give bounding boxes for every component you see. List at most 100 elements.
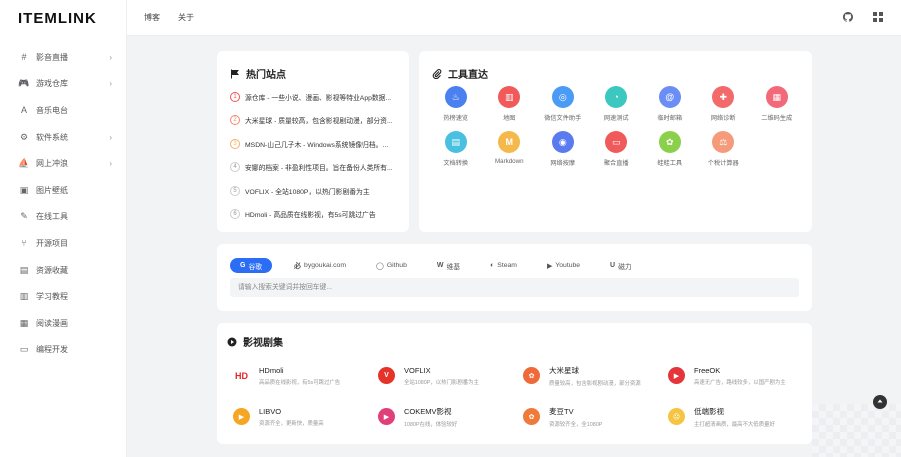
- tool-item[interactable]: ✿ 蛙蛙工具: [643, 131, 697, 176]
- hot-site-item[interactable]: 5 VOFLIX - 全站1080P，以热门影剧番为主: [230, 179, 402, 203]
- hot-site-item[interactable]: 2 大米星球 - 质量较高，包含影视剧动漫，部分资...: [230, 109, 402, 133]
- rank-badge: 1: [230, 91, 240, 102]
- search-engine-tab[interactable]: U 磁力: [602, 258, 640, 273]
- search-engine-tab[interactable]: W 维基: [429, 258, 468, 273]
- site-logo[interactable]: ITEMLINK: [0, 0, 126, 36]
- search-engines: G 谷歌必 bygoukai.com ◯ Github W 维基 ◐ Steam ▶ Youtube…: [230, 258, 654, 273]
- tool-item[interactable]: ▥ 地图: [483, 86, 537, 131]
- sidebar-item-3[interactable]: ⚙ 软件系统 ›: [0, 124, 126, 151]
- doc-icon: ▤: [444, 131, 467, 153]
- video-site-item[interactable]: V VOFLIX 全站1080P，以热门影剧番为主: [370, 355, 515, 396]
- tool-item[interactable]: @ 临时邮箱: [643, 86, 697, 131]
- header-link-blog[interactable]: 博客: [144, 12, 160, 23]
- video-site-item[interactable]: ▶ LIBVO 资源齐全，更新快，质量高: [225, 396, 370, 437]
- hot-site-text: VOFLIX - 全站1080P，以热门影剧番为主: [245, 188, 370, 196]
- site-logo-icon: ✿: [523, 408, 540, 425]
- map-icon: ▥: [498, 86, 521, 108]
- sidebar-item-label: 学习教程: [36, 292, 68, 302]
- sidebar-item-label: 开源项目: [36, 238, 68, 248]
- video-site-item[interactable]: ✿ 大米星球 质量较高，包含影视剧动漫，部分资源: [515, 355, 660, 396]
- tool-label: 临时邮箱: [657, 115, 683, 122]
- search-engine-tab[interactable]: ◐ Steam: [482, 258, 525, 273]
- rank-badge: 2: [230, 115, 240, 126]
- video-site-name: 低端影视: [694, 406, 724, 416]
- tool-label: 地图: [503, 115, 516, 122]
- sidebar-item-label: 资源收藏: [36, 265, 68, 275]
- sidebar-item-label: 在线工具: [36, 212, 68, 222]
- back-to-top-button[interactable]: [873, 395, 887, 409]
- sidebar-item-icon: ▭: [19, 344, 29, 355]
- video-site-item[interactable]: ▶ FreeOK 高速无广告，路线较多，以国产剧为主: [660, 355, 805, 396]
- tool-item[interactable]: ◉ 网络按摩: [536, 131, 590, 176]
- search-engine-tab[interactable]: G 谷歌: [230, 258, 273, 273]
- tool-item[interactable]: ⚖ 个税计算器: [697, 131, 751, 176]
- hot-sites-list: 1 源仓库 - 一些小说、漫画、影视等特业App数据... 2 大米星球 - 质量较高…: [230, 85, 402, 226]
- github-icon[interactable]: [843, 12, 853, 22]
- video-site-item[interactable]: HD HDmoli 高品质在线影视，有5s可跳过广告: [225, 355, 370, 396]
- video-site-name: 大米星球: [549, 365, 579, 375]
- tool-label: 网速测试: [603, 115, 629, 122]
- hot-site-item[interactable]: 6 HDmoli - 高品质在线影视，有5s可跳过广告: [230, 203, 402, 227]
- scale-icon: ⚖: [712, 131, 735, 153]
- sidebar-item-label: 游戏仓库: [36, 79, 68, 89]
- rank-badge: 5: [230, 185, 240, 196]
- header-link-about[interactable]: 关于: [178, 12, 194, 23]
- tool-item[interactable]: ▦ 二维码生成: [750, 86, 804, 131]
- tool-item[interactable]: ▭ 聚合直播: [590, 131, 644, 176]
- search-engine-icon: G: [240, 262, 246, 269]
- search-engine-icon: W: [436, 262, 444, 269]
- video-site-item[interactable]: ✿ 麦豆TV 资源较齐全，全1080P: [515, 396, 660, 437]
- sidebar-item-11[interactable]: ▭ 编程开发: [0, 337, 126, 364]
- site-logo-icon: ▶: [233, 408, 250, 425]
- search-input[interactable]: [230, 278, 799, 297]
- sidebar-item-label: 网上冲浪: [36, 159, 68, 169]
- search-engine-icon: U: [610, 262, 616, 269]
- video-site-text: HDmoli 高品质在线影视，有5s可跳过广告: [259, 366, 340, 386]
- video-site-item[interactable]: ☹ 低端影视 主打超清画质，最高不大低质量好: [660, 396, 805, 437]
- tool-item[interactable]: ♨ 热榜速览: [429, 86, 483, 131]
- video-site-desc: 1080P在线，体验较好: [404, 421, 458, 428]
- search-engine-tab[interactable]: ◯ Github: [368, 258, 415, 273]
- sidebar-item-10[interactable]: ▦ 阅读漫画: [0, 310, 126, 337]
- tool-item[interactable]: M Markdown: [483, 131, 537, 176]
- hot-site-item[interactable]: 3 MSDN-山己几子木 - Windows系统镜像归档。...: [230, 132, 402, 156]
- video-site-item[interactable]: ▶ COKEMV影视 1080P在线，体验较好: [370, 396, 515, 437]
- search-engine-tab[interactable]: 必 bygoukai.com: [286, 258, 354, 273]
- tool-label: 网络按摩: [550, 160, 576, 167]
- tv-icon: ▭: [605, 131, 628, 153]
- sidebar-item-9[interactable]: ▥ 学习教程: [0, 283, 126, 310]
- video-site-text: 低端影视 主打超清画质，最高不大低质量好: [694, 406, 775, 428]
- arrow-up-icon: [877, 399, 883, 403]
- sidebar-item-2[interactable]: A 音乐电台: [0, 97, 126, 124]
- tool-item[interactable]: ✚ 网络诊断: [697, 86, 751, 131]
- tool-label: 二维码生成: [761, 115, 793, 122]
- hot-site-text: 安娜的档案 - 非盈利性项目。旨在备份人类所有...: [245, 165, 393, 173]
- hot-site-item[interactable]: 1 源仓库 - 一些小说、漫画、影视等特业App数据...: [230, 85, 402, 109]
- tool-item[interactable]: ◔ 网速测试: [590, 86, 644, 131]
- sidebar-item-1[interactable]: 🎮 游戏仓库 ›: [0, 71, 126, 98]
- speed-icon: ◔: [605, 86, 628, 108]
- site-logo-icon: ▶: [668, 367, 685, 384]
- qrcode-icon: ▦: [765, 86, 788, 108]
- sidebar-item-icon: ⚙: [19, 131, 29, 142]
- video-site-text: LIBVO 资源齐全，更新快，质量高: [259, 407, 324, 427]
- sidebar-item-0[interactable]: # 影音直播 ›: [0, 44, 126, 71]
- site-logo-icon: ✿: [523, 367, 540, 384]
- tool-label: 网络诊断: [710, 115, 736, 122]
- flag-icon: [231, 69, 239, 78]
- sidebar-item-5[interactable]: ▣ 图片壁纸: [0, 177, 126, 204]
- tool-item[interactable]: ◎ 微信文件助手: [536, 86, 590, 131]
- video-site-text: COKEMV影视 1080P在线，体验较好: [404, 406, 457, 428]
- video-site-text: VOFLIX 全站1080P，以热门影剧番为主: [404, 366, 479, 386]
- sidebar-item-4[interactable]: ⛵ 网上冲浪 ›: [0, 150, 126, 177]
- search-engine-tab[interactable]: ▶ Youtube: [539, 258, 588, 273]
- search-engine-label: Steam: [497, 262, 517, 269]
- tool-item[interactable]: ▤ 文档转换: [429, 131, 483, 176]
- hot-site-item[interactable]: 4 安娜的档案 - 非盈利性项目。旨在备份人类所有...: [230, 156, 402, 180]
- globe-icon: ◉: [551, 131, 574, 153]
- chevron-right-icon: ›: [109, 79, 112, 89]
- sidebar-item-6[interactable]: ✎ 在线工具: [0, 204, 126, 231]
- sidebar-item-7[interactable]: ⑂ 开源项目: [0, 230, 126, 257]
- sidebar-item-8[interactable]: ▤ 资源收藏: [0, 257, 126, 284]
- grid-icon[interactable]: [873, 12, 883, 22]
